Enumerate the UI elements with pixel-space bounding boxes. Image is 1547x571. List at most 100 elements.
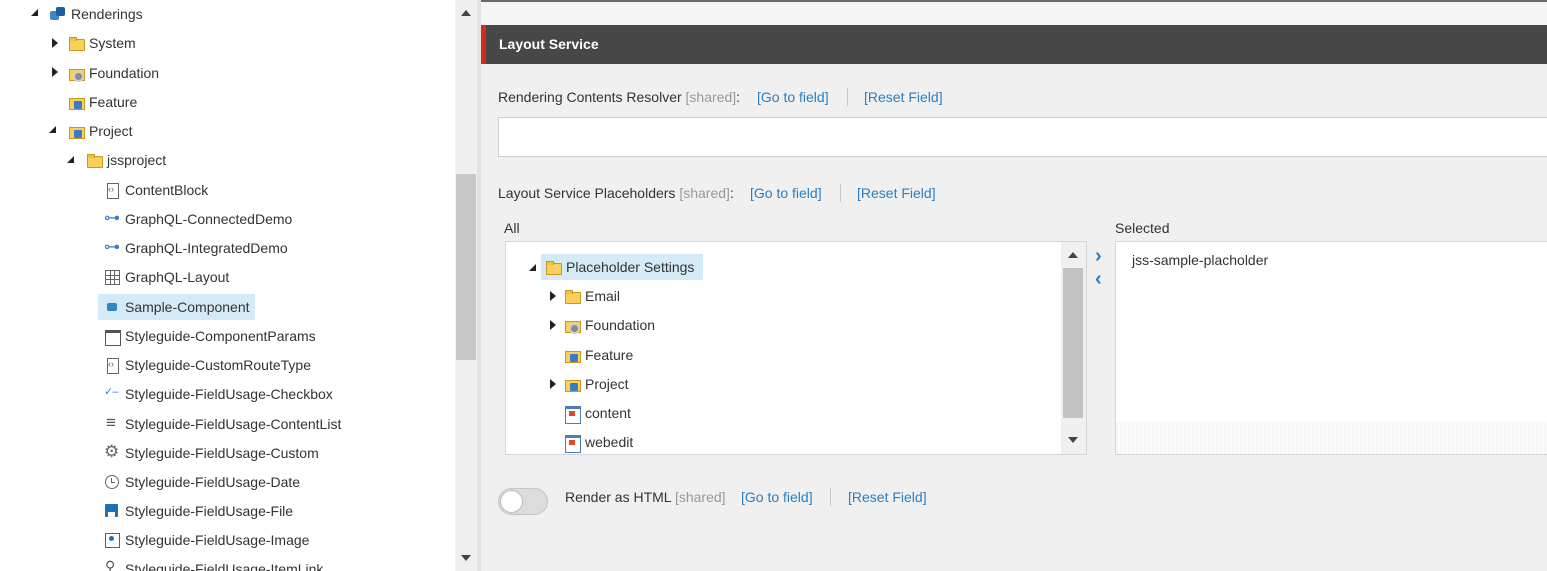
tree-item-label: GraphQL-ConnectedDemo [125, 211, 293, 227]
collapsed-arrow-icon[interactable] [547, 379, 557, 389]
tree-item-graphql-connecteddemo[interactable]: GraphQL-ConnectedDemo [104, 206, 297, 232]
tree-item-styleguide-customroutetype[interactable]: Styleguide-CustomRouteType [104, 352, 316, 378]
folder-icon [86, 152, 103, 168]
folder-project-icon [68, 123, 85, 139]
all-list-scrollbar-thumb[interactable] [1063, 268, 1083, 418]
selected-list-footer [1116, 422, 1547, 454]
tree-item-graphql-layout[interactable]: GraphQL-Layout [104, 264, 234, 290]
placeholder-item-label: content [585, 405, 631, 421]
placeholder-item-email[interactable]: Email [564, 283, 625, 309]
scroll-up-arrow-icon[interactable] [1068, 252, 1078, 258]
collapsed-arrow-icon[interactable] [547, 320, 557, 330]
all-list-scrollbar[interactable] [1061, 242, 1086, 454]
tree-item-styleguide-fieldusage-image[interactable]: Styleguide-FieldUsage-Image [104, 527, 314, 553]
collapsed-arrow-icon[interactable] [547, 291, 557, 301]
folder-gear-icon [68, 65, 85, 82]
placeholder-item-feature[interactable]: Feature [564, 342, 638, 368]
checkbox-icon [104, 385, 120, 402]
move-right-icon[interactable]: › [1095, 246, 1102, 266]
content-tree: Renderings System Foundation Feature Pro… [0, 0, 455, 571]
placeholders-reset-field-link[interactable]: [Reset Field] [857, 185, 936, 201]
placeholder-item-foundation[interactable]: Foundation [564, 312, 660, 338]
resolver-input[interactable] [498, 117, 1547, 157]
link-separator [830, 488, 831, 506]
resolver-goto-field-link[interactable]: [Go to field] [757, 89, 829, 105]
placeholder-icon [564, 405, 581, 424]
tree-item-foundation[interactable]: Foundation [68, 60, 164, 86]
tree-item-label: Styleguide-FieldUsage-File [125, 503, 294, 519]
placeholders-field-label: Layout Service Placeholders [shared]: [498, 185, 734, 201]
shared-tag: [shared] [685, 89, 737, 105]
tree-item-styleguide-fieldusage-itemlink[interactable]: Styleguide-FieldUsage-ItemLink [104, 556, 328, 571]
tree-item-label: System [89, 35, 136, 51]
move-left-icon[interactable]: ‹ [1095, 269, 1102, 289]
render-html-field-label: Render as HTML [shared] [565, 489, 726, 505]
expand-arrow-icon[interactable] [528, 263, 538, 273]
tree-item-graphql-integrateddemo[interactable]: GraphQL-IntegratedDemo [104, 235, 293, 261]
placeholders-goto-field-link[interactable]: [Go to field] [750, 185, 822, 201]
tree-item-renderings[interactable]: Renderings [50, 1, 148, 27]
scroll-down-arrow-icon[interactable] [1068, 437, 1078, 443]
tree-item-contentblock[interactable]: ContentBlock [104, 177, 213, 203]
collapsed-arrow-icon[interactable] [49, 67, 59, 77]
render-html-goto-field-link[interactable]: [Go to field] [741, 489, 813, 505]
shared-tag: [shared] [674, 489, 726, 505]
placeholder-item-project[interactable]: Project [564, 371, 634, 397]
selected-item[interactable]: jss-sample-placholder [1132, 252, 1268, 268]
folder-project-icon [564, 376, 581, 392]
tree-item-styleguide-fieldusage-checkbox[interactable]: Styleguide-FieldUsage-Checkbox [104, 381, 338, 407]
placeholder-item-webedit[interactable]: webedit [564, 429, 638, 455]
render-html-reset-field-link[interactable]: [Reset Field] [848, 489, 927, 505]
selected-list-label: Selected [1115, 220, 1170, 236]
folder-icon [564, 288, 581, 304]
tree-item-system[interactable]: System [68, 30, 141, 56]
document-icon [104, 357, 120, 374]
render-as-html-toggle[interactable] [498, 488, 548, 515]
renderings-icon [50, 6, 66, 22]
section-header[interactable]: Layout Service [481, 25, 1547, 64]
tree-item-label: Renderings [71, 6, 143, 22]
tree-item-styleguide-componentparams[interactable]: Styleguide-ComponentParams [104, 323, 321, 349]
tree-item-feature[interactable]: Feature [68, 89, 142, 115]
link-separator [840, 184, 841, 202]
tree-item-label: jssproject [107, 152, 167, 168]
link-icon [104, 237, 120, 257]
placeholder-item-content[interactable]: content [564, 400, 636, 426]
label-colon: : [729, 185, 734, 201]
expand-arrow-icon[interactable] [30, 8, 40, 18]
link-icon [104, 208, 120, 228]
tree-scrollbar[interactable] [455, 0, 477, 571]
placeholder-item-label: Placeholder Settings [566, 259, 695, 275]
expand-arrow-icon[interactable] [48, 125, 58, 135]
shared-tag: [shared] [679, 185, 730, 201]
params-icon [104, 328, 121, 346]
tree-item-styleguide-fieldusage-date[interactable]: Styleguide-FieldUsage-Date [104, 469, 305, 495]
resolver-reset-field-link[interactable]: [Reset Field] [864, 89, 943, 105]
folder-gear-icon [564, 317, 581, 334]
tree-item-label: Foundation [89, 65, 160, 81]
tree-item-styleguide-fieldusage-file[interactable]: Styleguide-FieldUsage-File [104, 498, 298, 524]
tree-item-styleguide-fieldusage-contentlist[interactable]: Styleguide-FieldUsage-ContentList [104, 411, 346, 437]
expand-arrow-icon[interactable] [66, 155, 76, 165]
tree-item-label: Styleguide-ComponentParams [125, 328, 316, 344]
tree-item-sample-component[interactable]: Sample-Component [98, 294, 255, 320]
placeholder-item-label: Email [585, 288, 621, 304]
section-title: Layout Service [499, 36, 599, 52]
placeholder-item-placeholder-settings[interactable]: Placeholder Settings [541, 254, 704, 280]
label-colon: : [736, 89, 741, 105]
scroll-up-arrow-icon[interactable] [461, 10, 471, 16]
toggle-knob [500, 490, 523, 513]
scroll-down-arrow-icon[interactable] [461, 555, 471, 561]
folder-feature-icon [68, 94, 85, 110]
tree-item-label: Styleguide-CustomRouteType [125, 357, 311, 373]
render-html-label-text: Render as HTML [565, 489, 672, 505]
tree-item-jssproject[interactable]: jssproject [86, 147, 171, 173]
tree-item-label: ContentBlock [125, 182, 209, 198]
tree-item-styleguide-fieldusage-custom[interactable]: Styleguide-FieldUsage-Custom [104, 440, 324, 466]
placeholders-label-text: Layout Service Placeholders [498, 185, 676, 201]
tree-item-project[interactable]: Project [68, 118, 138, 144]
tree-item-label: Project [89, 123, 133, 139]
collapsed-arrow-icon[interactable] [49, 38, 59, 48]
folder-icon [68, 35, 85, 51]
tree-scrollbar-thumb[interactable] [456, 174, 476, 360]
